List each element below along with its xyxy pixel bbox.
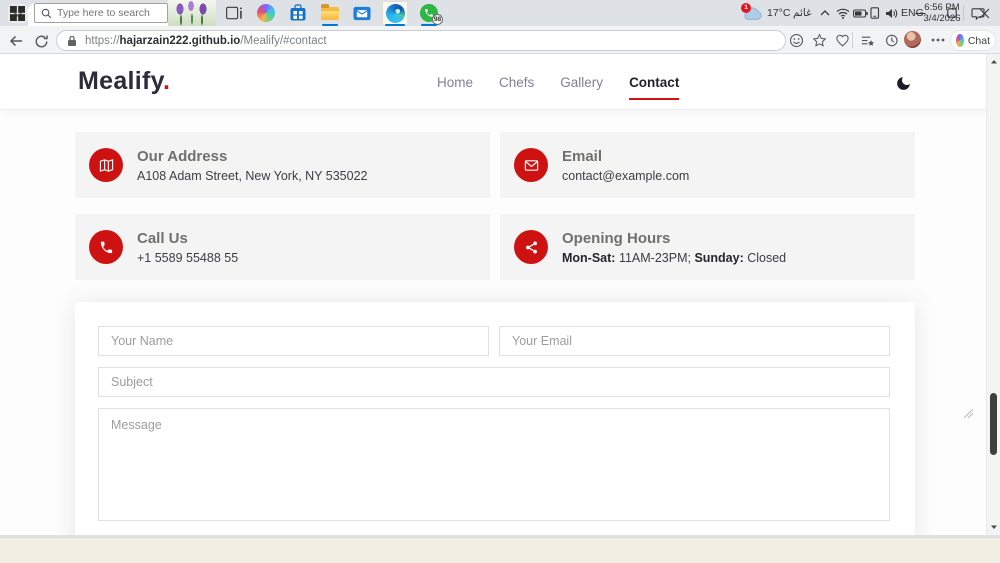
- whatsapp-open-indicator: [421, 24, 437, 26]
- taskbar-mail-icon[interactable]: [349, 2, 375, 24]
- contact-card-email: Email contact@example.com: [500, 132, 915, 198]
- address-bar[interactable]: https://hajarzain222.github.io/Mealify/#…: [56, 30, 786, 51]
- collections-icon[interactable]: [858, 31, 876, 49]
- url-protocol: https://: [85, 34, 120, 47]
- card-text: Mon-Sat: 11AM-23PM; Sunday: Closed: [562, 251, 786, 265]
- card-title: Call Us: [137, 229, 188, 247]
- weather-condition[interactable]: غائم: [793, 0, 812, 26]
- card-title: Our Address: [137, 147, 228, 165]
- map-icon[interactable]: [89, 148, 123, 182]
- taskbar-clock[interactable]: 6:56 PM 3/4/2026: [918, 2, 966, 24]
- page-scrollbar[interactable]: [986, 54, 1000, 535]
- card-text: A108 Adam Street, New York, NY 535022: [137, 168, 368, 183]
- start-button[interactable]: [4, 0, 30, 26]
- taskbar-edge-icon[interactable]: [382, 2, 408, 24]
- logo-dot: .: [163, 67, 171, 95]
- message-textarea[interactable]: [98, 408, 890, 521]
- tray-chevron-up-icon[interactable]: [817, 0, 833, 26]
- widgets-weather-image[interactable]: [168, 0, 216, 26]
- name-input[interactable]: [98, 326, 489, 356]
- file-explorer-open-indicator: [322, 24, 338, 26]
- page-content: Mealify. Home Chefs Gallery Contact Our …: [0, 54, 1000, 535]
- dark-mode-toggle[interactable]: [893, 73, 913, 93]
- feedback-smiley-icon[interactable]: [787, 31, 805, 49]
- edge-open-indicator: [385, 24, 405, 26]
- envelope-icon[interactable]: [514, 148, 548, 182]
- battery-icon[interactable]: [851, 0, 869, 26]
- taskbar-copilot-icon[interactable]: [253, 2, 279, 24]
- hours-sunday-label: Sunday:: [694, 250, 744, 265]
- clock-time: 6:56 PM: [924, 2, 960, 13]
- contact-card-phone: Call Us +1 5589 55488 55: [75, 214, 490, 280]
- weather-notification-badge: 1: [741, 3, 751, 13]
- taskbar-file-explorer-icon[interactable]: [317, 2, 343, 24]
- site-nav: Home Chefs Gallery Contact: [424, 54, 692, 110]
- profile-avatar[interactable]: [904, 31, 921, 48]
- hours-sunday-value: Closed: [743, 250, 787, 265]
- scrollbar-up-icon[interactable]: [990, 58, 998, 66]
- lock-icon: [67, 35, 77, 47]
- logo-text: Mealify: [78, 67, 163, 95]
- task-view-button[interactable]: [221, 2, 247, 24]
- chat-button-label: Chat: [967, 34, 990, 47]
- phone-icon[interactable]: [89, 230, 123, 264]
- taskbar-search-box[interactable]: [34, 3, 168, 23]
- card-text: contact@example.com: [562, 168, 690, 183]
- site-header: Mealify. Home Chefs Gallery Contact: [0, 54, 1000, 110]
- more-menu-icon[interactable]: [929, 31, 947, 49]
- taskbar-whatsapp-icon[interactable]: 98: [416, 2, 443, 25]
- nav-item-chefs[interactable]: Chefs: [486, 69, 547, 96]
- url-domain: hajarzain222.github.io: [119, 34, 241, 47]
- weather-temperature[interactable]: 17°C: [767, 0, 790, 26]
- browser-essentials-icon[interactable]: [833, 31, 851, 49]
- url-path: /Mealify/#contact: [240, 34, 327, 47]
- url-text: https://hajarzain222.github.io/Mealify/#…: [85, 35, 327, 47]
- speaker-icon[interactable]: [883, 0, 899, 26]
- card-text: +1 5589 55488 55: [137, 250, 239, 265]
- copilot-chat-button[interactable]: Chat: [950, 30, 996, 51]
- email-input[interactable]: [499, 326, 890, 356]
- card-title: Email: [562, 147, 603, 165]
- wifi-icon[interactable]: [834, 0, 851, 26]
- clock-date: 3/4/2026: [923, 13, 961, 24]
- notification-center-icon[interactable]: [968, 0, 988, 26]
- contact-card-address: Our Address A108 Adam Street, New York, …: [75, 132, 490, 198]
- copilot-icon: [956, 34, 964, 47]
- site-logo[interactable]: Mealify.: [78, 67, 170, 96]
- contact-form: [75, 302, 915, 535]
- taskbar: [0, 537, 1000, 563]
- refresh-button[interactable]: [32, 32, 50, 50]
- subject-input[interactable]: [98, 367, 890, 397]
- card-title: Opening Hours: [562, 229, 671, 247]
- favorites-star-icon[interactable]: [810, 31, 828, 49]
- history-icon[interactable]: [882, 31, 900, 49]
- taskbar-store-icon[interactable]: [285, 2, 311, 24]
- phone-link-icon[interactable]: [868, 0, 883, 26]
- tray-separator: [963, 5, 964, 21]
- back-button[interactable]: [7, 32, 25, 50]
- contact-card-hours: Opening Hours Mon-Sat: 11AM-23PM; Sunday…: [500, 214, 915, 280]
- nav-item-gallery[interactable]: Gallery: [547, 69, 616, 96]
- hours-weekdays-value: 11AM-23PM;: [615, 250, 695, 265]
- nav-item-home[interactable]: Home: [424, 69, 486, 96]
- hours-weekdays-label: Mon-Sat:: [562, 250, 616, 265]
- share-icon[interactable]: [514, 230, 548, 264]
- nav-item-contact[interactable]: Contact: [616, 69, 692, 100]
- moon-icon: [895, 75, 912, 92]
- scrollbar-thumb[interactable]: [990, 393, 997, 455]
- taskbar-search-input[interactable]: [57, 7, 161, 19]
- toolbar-divider: [852, 32, 853, 48]
- scrollbar-down-icon[interactable]: [990, 523, 998, 531]
- textarea-resize-handle[interactable]: [964, 409, 973, 418]
- search-icon: [41, 8, 52, 19]
